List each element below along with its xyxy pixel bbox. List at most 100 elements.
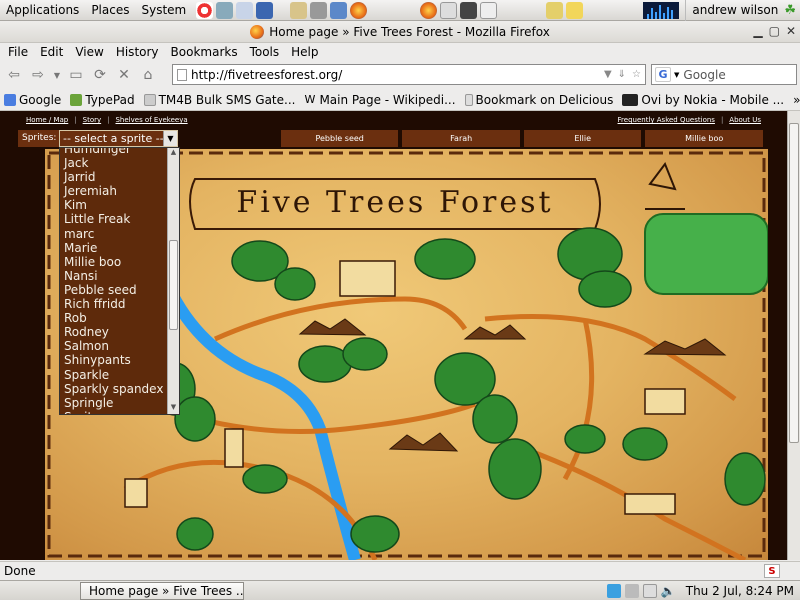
stumbleupon-icon[interactable]: S bbox=[764, 564, 780, 578]
folder-icon[interactable] bbox=[290, 1, 308, 19]
menu-tools[interactable]: Tools bbox=[244, 45, 286, 59]
files-icon[interactable] bbox=[546, 1, 564, 19]
sprite-option[interactable]: Rob bbox=[64, 311, 168, 325]
volume-icon[interactable]: 🔈 bbox=[661, 584, 676, 598]
applications-menu[interactable]: Applications bbox=[0, 0, 85, 21]
link-story[interactable]: Story bbox=[77, 116, 108, 124]
menu-bookmarks[interactable]: Bookmarks bbox=[165, 45, 244, 59]
google-icon[interactable]: G bbox=[655, 67, 671, 82]
scroll-up-icon[interactable]: ▲ bbox=[168, 148, 179, 159]
link-about-us[interactable]: About Us bbox=[723, 116, 767, 124]
bookmark-tm4b[interactable]: TM4B Bulk SMS Gate... bbox=[143, 93, 302, 107]
dropdown-scrollbar[interactable]: ▲ ▼ bbox=[167, 148, 179, 414]
sprite-tab-pebble-seed[interactable]: Pebble seed bbox=[280, 129, 399, 147]
bookmark-wikipedia[interactable]: W Main Page - Wikipedi... bbox=[304, 93, 461, 107]
rss-icon[interactable]: ⇓ bbox=[618, 69, 626, 80]
link-home-map[interactable]: Home / Map bbox=[20, 116, 74, 124]
menu-view[interactable]: View bbox=[69, 45, 109, 59]
notes-icon[interactable] bbox=[256, 1, 274, 19]
sprite-option[interactable]: Shinypants bbox=[64, 353, 168, 367]
forward-icon[interactable]: ⇨ bbox=[28, 65, 48, 85]
places-menu[interactable]: Places bbox=[85, 0, 135, 21]
sprite-tab-millie-boo[interactable]: Millie boo bbox=[645, 129, 763, 147]
dropdown-scroll-thumb[interactable] bbox=[169, 240, 178, 330]
sprite-option[interactable]: Jarrid bbox=[64, 170, 168, 184]
page-scroll-thumb[interactable] bbox=[789, 123, 799, 443]
sprite-select[interactable]: -- select a sprite -- ▼ bbox=[59, 130, 178, 147]
url-dropdown-icon[interactable]: ▼ bbox=[604, 69, 612, 80]
shamrock-icon[interactable]: ☘ bbox=[784, 3, 800, 18]
system-menu[interactable]: System bbox=[135, 0, 192, 21]
search-bar[interactable]: G ▼ Google bbox=[651, 64, 797, 85]
twitter-icon[interactable] bbox=[606, 583, 621, 598]
media-icon[interactable] bbox=[440, 1, 458, 19]
close-icon[interactable]: ✕ bbox=[786, 24, 796, 38]
sprite-option[interactable]: Sparkle bbox=[64, 368, 168, 382]
menu-help[interactable]: Help bbox=[285, 45, 324, 59]
link-shelves[interactable]: Shelves of Eyekeeya bbox=[109, 116, 193, 124]
search-engine-dropdown-icon[interactable]: ▼ bbox=[674, 71, 679, 79]
sprite-option[interactable]: Rodney bbox=[64, 325, 168, 339]
home-icon[interactable]: ⌂ bbox=[138, 65, 158, 85]
url-text[interactable]: http://fivetreesforest.org/ bbox=[191, 68, 342, 82]
edit-icon[interactable] bbox=[566, 1, 584, 19]
page-scrollbar[interactable] bbox=[787, 111, 800, 560]
sprite-option[interactable]: marc bbox=[64, 227, 168, 241]
menu-edit[interactable]: Edit bbox=[34, 45, 69, 59]
network-status-icon[interactable] bbox=[624, 583, 639, 598]
sprite-option[interactable]: Kim bbox=[64, 198, 168, 212]
terminal-icon[interactable] bbox=[460, 1, 478, 19]
sprite-option[interactable]: Springle bbox=[64, 396, 168, 410]
system-monitor-icon[interactable] bbox=[643, 1, 680, 19]
sprite-option[interactable]: Salmon bbox=[64, 339, 168, 353]
sprite-tab-ellie[interactable]: Ellie bbox=[523, 129, 642, 147]
search-placeholder[interactable]: Google bbox=[683, 68, 725, 82]
bookmark-google[interactable]: Google bbox=[4, 93, 67, 107]
typepad-icon bbox=[70, 93, 83, 106]
reload-icon[interactable]: ⟳ bbox=[90, 65, 110, 85]
link-faq[interactable]: Frequently Asked Questions bbox=[612, 116, 721, 124]
taskbar-firefox-window[interactable]: Home page » Five Trees ... bbox=[80, 581, 244, 600]
sprite-option[interactable]: Humdinger bbox=[64, 148, 168, 156]
bookmark-typepad[interactable]: TypePad bbox=[70, 93, 140, 107]
clock[interactable]: Thu 2 Jul, 8:24 PM bbox=[686, 584, 794, 598]
clipboard-icon[interactable] bbox=[642, 583, 657, 598]
screen-icon[interactable]: ▭ bbox=[66, 65, 86, 85]
menu-history[interactable]: History bbox=[110, 45, 165, 59]
url-bar[interactable]: http://fivetreesforest.org/ ▼ ⇓ ☆ bbox=[172, 64, 646, 85]
image-viewer-icon[interactable] bbox=[236, 1, 254, 19]
sprite-option[interactable]: Marie bbox=[64, 241, 168, 255]
sprite-option[interactable]: Rich ffridd bbox=[64, 297, 168, 311]
select-arrow-icon[interactable]: ▼ bbox=[163, 131, 177, 146]
settings-icon[interactable] bbox=[216, 1, 234, 19]
firefox-icon[interactable] bbox=[350, 1, 368, 19]
sprite-option[interactable]: Little Freak bbox=[64, 212, 168, 226]
sprite-tab-farah[interactable]: Farah bbox=[402, 129, 520, 147]
network-icon[interactable] bbox=[330, 1, 348, 19]
sprite-option[interactable]: Pebble seed bbox=[64, 283, 168, 297]
stop-icon[interactable]: ✕ bbox=[114, 65, 134, 85]
scroll-down-icon[interactable]: ▼ bbox=[168, 403, 179, 414]
maximize-icon[interactable]: ▢ bbox=[769, 24, 780, 38]
sprite-option[interactable]: Jeremiah bbox=[64, 184, 168, 198]
minimize-icon[interactable]: ▁ bbox=[753, 24, 762, 38]
tools-icon[interactable] bbox=[310, 1, 328, 19]
bookmarks-overflow-icon[interactable]: » bbox=[793, 93, 800, 107]
firefox-icon[interactable] bbox=[420, 1, 438, 19]
bookmark-ovi[interactable]: Ovi by Nokia - Mobile ... bbox=[622, 93, 790, 107]
sprite-option[interactable]: Jack bbox=[64, 156, 168, 170]
help-icon[interactable] bbox=[196, 1, 214, 19]
back-icon[interactable]: ⇦ bbox=[4, 65, 24, 85]
sprite-dropdown-list[interactable]: Humdinger Jack Jarrid Jeremiah Kim Little Fre… bbox=[59, 147, 180, 415]
sprite-option[interactable]: Sparkly spandex bbox=[64, 382, 168, 396]
user-name[interactable]: andrew wilson bbox=[685, 0, 784, 21]
sprite-option[interactable]: Millie boo bbox=[64, 255, 168, 269]
sprite-option[interactable]: Spritz bbox=[64, 410, 168, 414]
bookmark-star-icon[interactable]: ☆ bbox=[632, 69, 641, 80]
page-content: Home / Map | Story | Shelves of Eyekeeya… bbox=[0, 111, 787, 560]
bookmark-delicious[interactable]: Bookmark on Delicious bbox=[464, 93, 620, 107]
sprite-option[interactable]: Nansi bbox=[64, 269, 168, 283]
mail-icon[interactable] bbox=[480, 1, 498, 19]
history-dropdown-icon[interactable]: ▼ bbox=[52, 65, 62, 85]
menu-file[interactable]: File bbox=[2, 45, 34, 59]
